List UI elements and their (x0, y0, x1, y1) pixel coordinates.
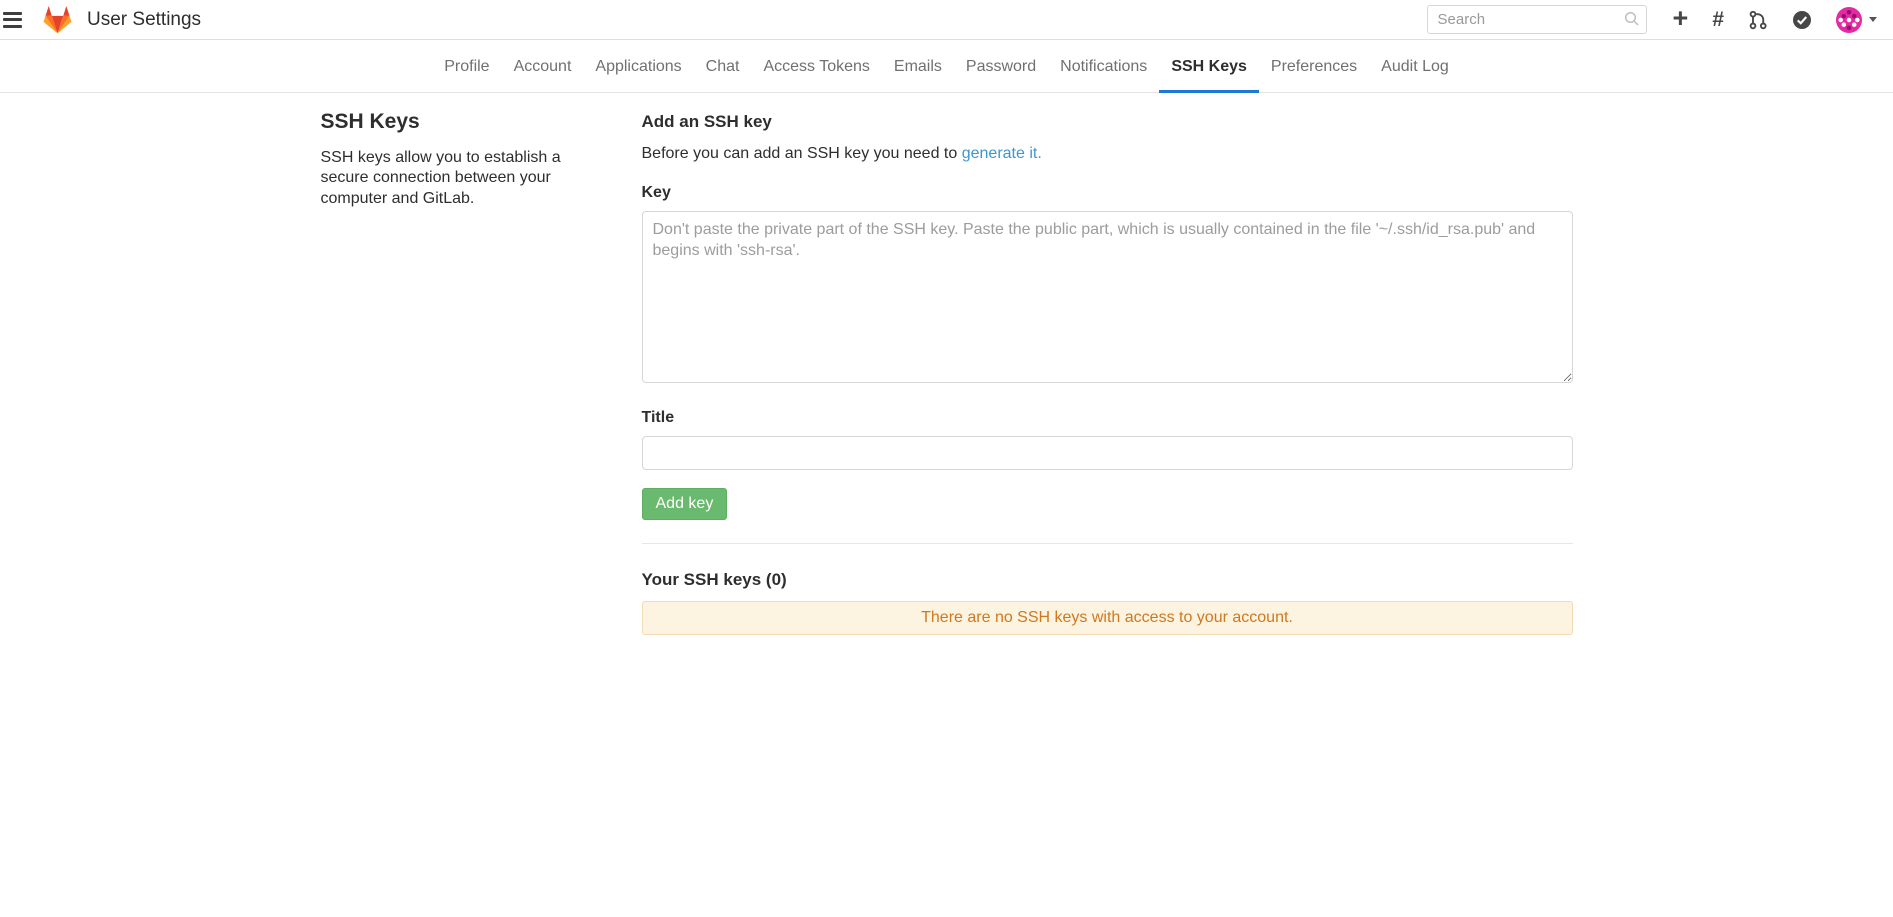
section-heading: SSH Keys (321, 110, 642, 134)
todo-check-icon[interactable] (1792, 10, 1812, 30)
settings-tab-nav: Profile Account Applications Chat Access… (0, 40, 1893, 93)
caret-down-icon (1869, 17, 1877, 22)
tab-profile[interactable]: Profile (432, 40, 501, 93)
title-input[interactable] (642, 436, 1573, 470)
section-description-column: SSH Keys SSH keys allow you to establish… (321, 110, 642, 635)
tab-password[interactable]: Password (954, 40, 1048, 93)
tab-chat[interactable]: Chat (694, 40, 752, 93)
your-ssh-keys-heading: Your SSH keys (0) (642, 570, 1573, 590)
key-textarea[interactable] (642, 211, 1573, 383)
generate-key-hint: Before you can add an SSH key you need t… (642, 145, 1573, 163)
tab-applications[interactable]: Applications (583, 40, 693, 93)
title-label: Title (642, 409, 1573, 427)
search-box (1427, 5, 1647, 34)
tab-preferences[interactable]: Preferences (1259, 40, 1369, 93)
ssh-keys-page: SSH Keys SSH keys allow you to establish… (321, 93, 1573, 635)
generate-it-link[interactable]: generate it. (962, 145, 1042, 162)
tab-audit-log[interactable]: Audit Log (1369, 40, 1461, 93)
add-ssh-key-heading: Add an SSH key (642, 112, 1573, 132)
merge-request-icon[interactable] (1748, 10, 1768, 30)
avatar[interactable] (1836, 7, 1862, 33)
tab-access-tokens[interactable]: Access Tokens (751, 40, 881, 93)
tab-notifications[interactable]: Notifications (1048, 40, 1159, 93)
top-navbar: User Settings + # (0, 0, 1893, 40)
new-plus-icon[interactable]: + (1673, 5, 1689, 32)
tab-ssh-keys[interactable]: SSH Keys (1159, 40, 1259, 93)
gitlab-logo-icon[interactable] (42, 5, 73, 35)
ssh-key-form-column: Add an SSH key Before you can add an SSH… (642, 110, 1573, 635)
add-key-button[interactable]: Add key (642, 488, 728, 520)
user-menu[interactable] (1836, 7, 1877, 33)
hamburger-menu-icon[interactable] (0, 3, 32, 37)
no-keys-notice: There are no SSH keys with access to you… (642, 601, 1573, 635)
generate-key-hint-text: Before you can add an SSH key you need t… (642, 145, 962, 162)
section-divider (642, 543, 1573, 544)
section-description: SSH keys allow you to establish a secure… (321, 148, 583, 209)
tab-account[interactable]: Account (502, 40, 584, 93)
key-label: Key (642, 184, 1573, 202)
page-title: User Settings (87, 9, 201, 31)
search-icon (1624, 11, 1640, 27)
search-input[interactable] (1427, 5, 1647, 34)
tab-emails[interactable]: Emails (882, 40, 954, 93)
hash-shortcut-icon[interactable]: # (1712, 9, 1724, 30)
